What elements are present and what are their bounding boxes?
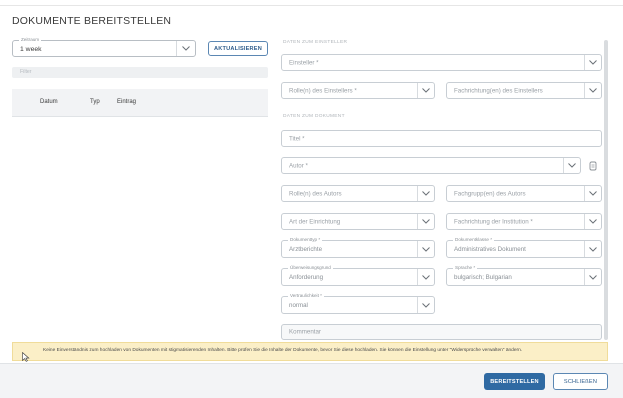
dokumenttyp-label: Dokumenttyp * — [288, 237, 323, 242]
filter-placeholder: Filter — [20, 69, 32, 75]
dokumenttyp-select[interactable]: Dokumenttyp * Arztberichte — [281, 237, 435, 258]
column-header-eintrag[interactable]: Eintrag — [117, 99, 136, 105]
kommentar-placeholder: Kommentar — [289, 328, 321, 336]
dokumentklasse-select[interactable]: Dokumentklasse * Administratives Dokumen… — [446, 237, 602, 258]
fachrichtung-einsteller-select[interactable]: Fachrichtung(en) des Einstellers — [446, 82, 602, 99]
uberweisungsgrund-value: Anforderung — [289, 274, 324, 281]
rolle-autor-placeholder: Rolle(n) des Autors — [289, 190, 342, 197]
rolle-einsteller-select[interactable]: Rolle(n) des Einstellers * — [281, 82, 435, 99]
fachrichtung-institution-placeholder: Fachrichtung der Institution * — [454, 218, 533, 225]
zeitraum-select[interactable]: Zeitraum 1 week — [12, 37, 196, 57]
chevron-down-icon[interactable] — [584, 241, 601, 257]
fachgruppe-autor-select[interactable]: Fachgrupp(en) des Autors — [446, 185, 602, 202]
section-dokument-heading: DATEN ZUM DOKUMENT — [283, 114, 345, 119]
titel-input[interactable]: Titel * — [281, 130, 602, 147]
vertraulichkeit-value: normal — [289, 302, 308, 309]
section-einsteller-heading: DATEN ZUM EINSTELLER — [283, 40, 348, 45]
vertraulichkeit-label: Vertraulichkeit * — [288, 293, 324, 298]
chevron-down-icon[interactable] — [563, 158, 580, 173]
paperclip-icon[interactable] — [588, 161, 598, 171]
sprache-value: bulgarisch; Bulgarian — [454, 274, 512, 281]
zeitraum-value: 1 week — [20, 46, 42, 53]
chevron-down-icon[interactable] — [417, 241, 434, 257]
consent-notice-text: Keine Einverständnis zum hochladen von D… — [43, 348, 523, 353]
table-header: Datum Typ Eintrag — [12, 89, 268, 117]
column-header-datum[interactable]: Datum — [40, 99, 58, 105]
kommentar-input[interactable]: Kommentar — [281, 324, 602, 340]
rolle-autor-select[interactable]: Rolle(n) des Autors — [281, 185, 435, 202]
zeitraum-label: Zeitraum — [19, 37, 42, 42]
chevron-down-icon[interactable] — [417, 83, 434, 98]
top-divider — [0, 0, 623, 6]
art-einrichtung-select[interactable]: Art der Einrichtung — [281, 213, 435, 230]
fachgruppe-autor-placeholder: Fachgrupp(en) des Autors — [454, 190, 526, 197]
chevron-down-icon[interactable] — [417, 214, 434, 229]
autor-placeholder: Autor * — [289, 162, 308, 169]
uberweisungsgrund-label: Überweisungsgrund — [288, 265, 333, 270]
fachrichtung-einsteller-placeholder: Fachrichtung(en) des Einstellers — [454, 87, 543, 94]
einsteller-select[interactable]: Einsteller * — [281, 54, 602, 71]
scrollbar[interactable] — [604, 40, 608, 340]
chevron-down-icon[interactable] — [176, 41, 195, 56]
autor-select[interactable]: Autor * — [281, 157, 581, 174]
column-header-typ[interactable]: Typ — [90, 99, 100, 105]
dialog-title: DOKUMENTE BEREITSTELLEN — [12, 15, 172, 27]
refresh-button[interactable]: AKTUALISIEREN — [208, 41, 268, 56]
uberweisungsgrund-select[interactable]: Überweisungsgrund Anforderung — [281, 265, 435, 286]
vertraulichkeit-select[interactable]: Vertraulichkeit * normal — [281, 293, 435, 314]
submit-button[interactable]: BEREITSTELLEN — [484, 373, 545, 390]
chevron-down-icon[interactable] — [584, 214, 601, 229]
chevron-down-icon[interactable] — [584, 269, 601, 285]
chevron-down-icon[interactable] — [417, 186, 434, 201]
chevron-down-icon[interactable] — [584, 55, 601, 70]
chevron-down-icon[interactable] — [584, 186, 601, 201]
mouse-cursor-icon — [22, 352, 30, 362]
consent-notice-banner: Keine Einverständnis zum hochladen von D… — [12, 342, 608, 361]
titel-placeholder: Titel * — [289, 135, 305, 142]
dokumentklasse-value: Administratives Dokument — [454, 246, 526, 253]
dokumentklasse-label: Dokumentklasse * — [453, 237, 495, 242]
rolle-einsteller-placeholder: Rolle(n) des Einstellers * — [289, 87, 357, 94]
close-button[interactable]: SCHLIEßEN — [553, 373, 608, 390]
fachrichtung-institution-select[interactable]: Fachrichtung der Institution * — [446, 213, 602, 230]
sprache-select[interactable]: Sprache * bulgarisch; Bulgarian — [446, 265, 602, 286]
chevron-down-icon[interactable] — [417, 297, 434, 313]
art-einrichtung-placeholder: Art der Einrichtung — [289, 218, 341, 225]
chevron-down-icon[interactable] — [584, 83, 601, 98]
filter-input[interactable]: Filter — [12, 67, 268, 78]
einsteller-placeholder: Einsteller * — [289, 59, 319, 66]
dokumenttyp-value: Arztberichte — [289, 246, 323, 253]
chevron-down-icon[interactable] — [417, 269, 434, 285]
sprache-label: Sprache * — [453, 265, 478, 270]
